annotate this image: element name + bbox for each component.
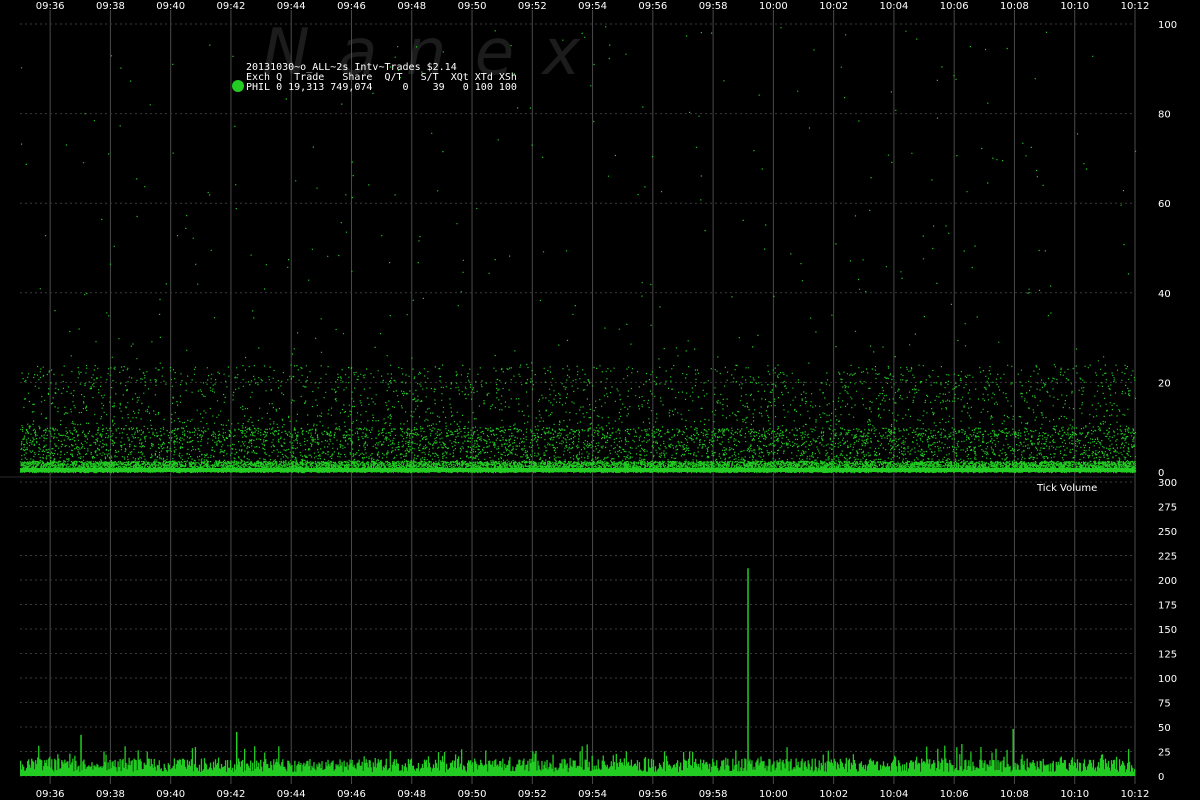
y-tick-label: 100 [1158, 674, 1177, 685]
x-tick-label-top: 10:08 [1000, 1, 1029, 12]
x-tick-label-bottom: 09:40 [156, 789, 185, 800]
x-tick-label-top: 09:38 [96, 1, 125, 12]
y-tick-label: 200 [1158, 576, 1177, 587]
y-tick-label: 100 [1158, 20, 1177, 31]
x-tick-label-top: 09:44 [277, 1, 306, 12]
y-tick-label: 60 [1158, 199, 1171, 210]
x-tick-label-bottom: 09:50 [458, 789, 487, 800]
y-tick-label: 175 [1158, 601, 1177, 612]
x-tick-label-bottom: 09:58 [699, 789, 728, 800]
y-tick-label: 50 [1158, 723, 1171, 734]
y-tick-label: 225 [1158, 552, 1177, 563]
tick-volume-title: Tick Volume [1036, 483, 1097, 494]
x-tick-label-bottom: 09:48 [397, 789, 426, 800]
x-tick-label-top: 10:06 [940, 1, 969, 12]
x-tick-label-top: 10:00 [759, 1, 788, 12]
volume-spike [235, 731, 238, 776]
x-tick-label-bottom: 09:38 [96, 789, 125, 800]
y-tick-label: 125 [1158, 650, 1177, 661]
x-tick-label-bottom: 09:54 [578, 789, 607, 800]
volume-spike [80, 734, 82, 776]
x-tick-label-bottom: 10:06 [940, 789, 969, 800]
x-tick-label-top: 09:46 [337, 1, 366, 12]
x-tick-label-top: 09:42 [217, 1, 246, 12]
y-tick-label: 25 [1158, 748, 1171, 759]
y-tick-label: 40 [1158, 289, 1171, 300]
green-circle-icon [232, 80, 244, 92]
x-tick-label-top: 09:58 [699, 1, 728, 12]
x-tick-label-top: 10:02 [819, 1, 848, 12]
x-tick-label-top: 10:10 [1060, 1, 1089, 12]
nanex-trade-chart: N a n e x 09:36 09:38 09:40 09:42 09:44 09:46… [0, 0, 1200, 800]
volume-spike [1012, 728, 1014, 776]
volume-spike [747, 568, 749, 776]
x-tick-label-top: 09:48 [397, 1, 426, 12]
x-tick-label-top: 09:54 [578, 1, 607, 12]
x-tick-label-bottom: 10:10 [1060, 789, 1089, 800]
y-tick-label: 150 [1158, 625, 1177, 636]
x-tick-label-bottom: 09:44 [277, 789, 306, 800]
x-tick-label-bottom: 10:04 [880, 789, 909, 800]
y-tick-label: 275 [1158, 503, 1177, 514]
x-tick-label-top: 09:36 [36, 1, 65, 12]
y-tick-label: 250 [1158, 527, 1177, 538]
x-tick-label-top: 09:50 [458, 1, 487, 12]
y-tick-label: 300 [1158, 478, 1177, 489]
y-tick-label: 80 [1158, 110, 1171, 121]
x-tick-label-bottom: 10:08 [1000, 789, 1029, 800]
x-tick-label-bottom: 10:12 [1121, 789, 1150, 800]
x-tick-label-bottom: 10:00 [759, 789, 788, 800]
x-tick-label-top: 10:04 [880, 1, 909, 12]
x-tick-label-top: 09:52 [518, 1, 547, 12]
legend-row-phil: PHIL 0 19,313 749,074 0 39 0 100 100 [246, 82, 517, 93]
x-tick-label-top: 09:56 [638, 1, 667, 12]
x-tick-label-bottom: 09:42 [217, 789, 246, 800]
baseline-trade-cluster [20, 468, 1135, 472]
x-tick-label-bottom: 09:46 [337, 789, 366, 800]
x-tick-label-bottom: 10:02 [819, 789, 848, 800]
x-tick-label-top: 10:12 [1121, 1, 1150, 12]
y-tick-label: 75 [1158, 699, 1171, 710]
y-tick-label: 20 [1158, 378, 1171, 389]
x-tick-label-bottom: 09:52 [518, 789, 547, 800]
x-tick-label-top: 09:40 [156, 1, 185, 12]
x-tick-label-bottom: 09:56 [638, 789, 667, 800]
y-tick-label: 0 [1158, 772, 1164, 783]
x-tick-label-bottom: 09:36 [36, 789, 65, 800]
